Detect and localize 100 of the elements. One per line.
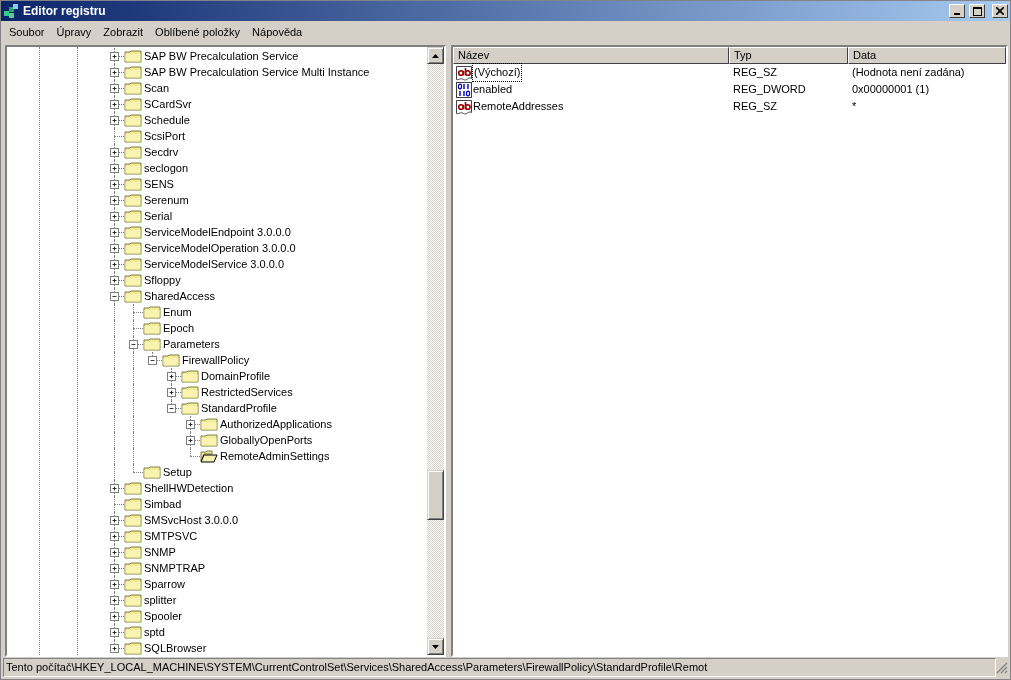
minimize-button[interactable]	[949, 4, 966, 18]
expand-toggle-icon[interactable]	[110, 580, 119, 589]
expand-toggle-icon[interactable]	[110, 116, 119, 125]
window-title: Editor registru	[23, 3, 106, 20]
tree-item[interactable]: Setup	[161, 464, 194, 480]
tree-item[interactable]: SNMP	[142, 544, 178, 560]
tree-item[interactable]: sptd	[142, 624, 167, 640]
expand-toggle-icon[interactable]	[110, 484, 119, 493]
scrollbar-thumb[interactable]	[427, 470, 444, 520]
tree-item[interactable]: ServiceModelOperation 3.0.0.0	[142, 240, 298, 256]
expand-toggle-icon[interactable]	[110, 596, 119, 605]
collapse-toggle-icon[interactable]	[110, 292, 119, 301]
expand-toggle-icon[interactable]	[110, 68, 119, 77]
expand-toggle-icon[interactable]	[167, 372, 176, 381]
tree-item[interactable]: ServiceModelService 3.0.0.0	[142, 256, 286, 272]
expand-toggle-icon[interactable]	[110, 180, 119, 189]
tree-item[interactable]: GloballyOpenPorts	[218, 432, 315, 448]
tree-item[interactable]: seclogon	[142, 160, 191, 176]
tree-item[interactable]: RemoteAdminSettings	[218, 448, 332, 464]
tree-item[interactable]: Spooler	[142, 608, 184, 624]
menu-item[interactable]: Oblíbené položky	[149, 21, 247, 43]
tree-item[interactable]: SNMPTRAP	[142, 560, 208, 576]
binary-value-icon	[456, 81, 472, 98]
expand-toggle-icon[interactable]	[110, 516, 119, 525]
tree-item[interactable]: SharedAccess	[142, 288, 217, 304]
tree-item[interactable]: FirewallPolicy	[180, 352, 252, 368]
expand-toggle-icon[interactable]	[110, 628, 119, 637]
expand-toggle-icon[interactable]	[110, 612, 119, 621]
column-header[interactable]: Data	[848, 47, 1006, 64]
tree-item[interactable]: RestrictedServices	[199, 384, 295, 400]
tree-item[interactable]: SAP BW Precalculation Service Multi Instance	[142, 64, 372, 80]
expand-toggle-icon[interactable]	[110, 148, 119, 157]
tree-item[interactable]: Scan	[142, 80, 172, 96]
expand-toggle-icon[interactable]	[110, 212, 119, 221]
expand-toggle-icon[interactable]	[110, 260, 119, 269]
string-value-icon	[456, 64, 472, 81]
tree-item[interactable]: SENS	[142, 176, 176, 192]
expand-toggle-icon[interactable]	[110, 228, 119, 237]
value-type: REG_SZ	[732, 99, 778, 115]
tree-item[interactable]: SCardSvr	[142, 96, 194, 112]
tree-item[interactable]: Sparrow	[142, 576, 187, 592]
value-data: 0x00000001 (1)	[851, 82, 931, 98]
tree-item[interactable]: Sfloppy	[142, 272, 183, 288]
expand-toggle-icon[interactable]	[110, 532, 119, 541]
expand-toggle-icon[interactable]	[110, 564, 119, 573]
tree-item[interactable]: Enum	[161, 304, 194, 320]
tree-item[interactable]: Parameters	[161, 336, 222, 352]
value-type: REG_SZ	[732, 65, 778, 81]
tree-item[interactable]: splitter	[142, 592, 179, 608]
tree-item[interactable]: ScsiPort	[142, 128, 187, 144]
tree-item[interactable]: SMSvcHost 3.0.0.0	[142, 512, 241, 528]
menu-item[interactable]: Zobrazit	[97, 21, 150, 43]
resize-grip-icon	[996, 661, 1008, 674]
expand-toggle-icon[interactable]	[110, 644, 119, 653]
expand-toggle-icon[interactable]	[110, 100, 119, 109]
expand-toggle-icon[interactable]	[110, 276, 119, 285]
tree-item[interactable]: SAP BW Precalculation Service	[142, 48, 301, 64]
down-arrow-icon	[432, 644, 439, 649]
expand-toggle-icon[interactable]	[110, 52, 119, 61]
menu-item[interactable]: Nápověda	[246, 21, 309, 43]
maximize-button[interactable]	[969, 4, 986, 18]
value-type: REG_DWORD	[732, 82, 807, 98]
expand-toggle-icon[interactable]	[110, 84, 119, 93]
expand-toggle-icon[interactable]	[110, 164, 119, 173]
value-name[interactable]: enabled	[473, 81, 513, 98]
expand-toggle-icon[interactable]	[110, 548, 119, 557]
collapse-toggle-icon[interactable]	[167, 404, 176, 413]
tree-item[interactable]: ShellHWDetection	[142, 480, 236, 496]
value-data: *	[851, 99, 858, 115]
expand-toggle-icon[interactable]	[186, 436, 195, 445]
menu-item[interactable]: Úpravy	[50, 21, 98, 43]
menu-item[interactable]: Soubor	[3, 21, 51, 43]
up-arrow-icon	[432, 53, 439, 58]
value-name[interactable]: (Výchozí)	[473, 64, 522, 81]
tree-item[interactable]: DomainProfile	[199, 368, 273, 384]
tree-item[interactable]: ServiceModelEndpoint 3.0.0.0	[142, 224, 293, 240]
column-header[interactable]: Typ	[729, 47, 848, 64]
scroll-down-button[interactable]	[427, 638, 444, 655]
registry-cubes-icon	[3, 3, 19, 19]
tree-item[interactable]: Schedule	[142, 112, 192, 128]
tree-item[interactable]: SMTPSVC	[142, 528, 200, 544]
tree-item[interactable]: StandardProfile	[199, 400, 279, 416]
tree-item[interactable]: Serenum	[142, 192, 191, 208]
column-header[interactable]: Název	[453, 47, 729, 64]
expand-toggle-icon[interactable]	[167, 388, 176, 397]
collapse-toggle-icon[interactable]	[129, 340, 138, 349]
expand-toggle-icon[interactable]	[186, 420, 195, 429]
tree-item[interactable]: SQLBrowser	[142, 640, 209, 655]
expand-toggle-icon[interactable]	[110, 196, 119, 205]
value-name[interactable]: RemoteAddresses	[473, 98, 564, 115]
collapse-toggle-icon[interactable]	[148, 356, 157, 365]
tree-item[interactable]: Secdrv	[142, 144, 181, 160]
close-button[interactable]	[992, 4, 1008, 18]
tree-item[interactable]: Epoch	[161, 320, 197, 336]
tree-item[interactable]: AuthorizedApplications	[218, 416, 334, 432]
maximize-icon	[972, 6, 982, 16]
tree-item[interactable]: Serial	[142, 208, 175, 224]
expand-toggle-icon[interactable]	[110, 244, 119, 253]
tree-item[interactable]: Simbad	[142, 496, 184, 512]
scroll-up-button[interactable]	[427, 47, 444, 64]
